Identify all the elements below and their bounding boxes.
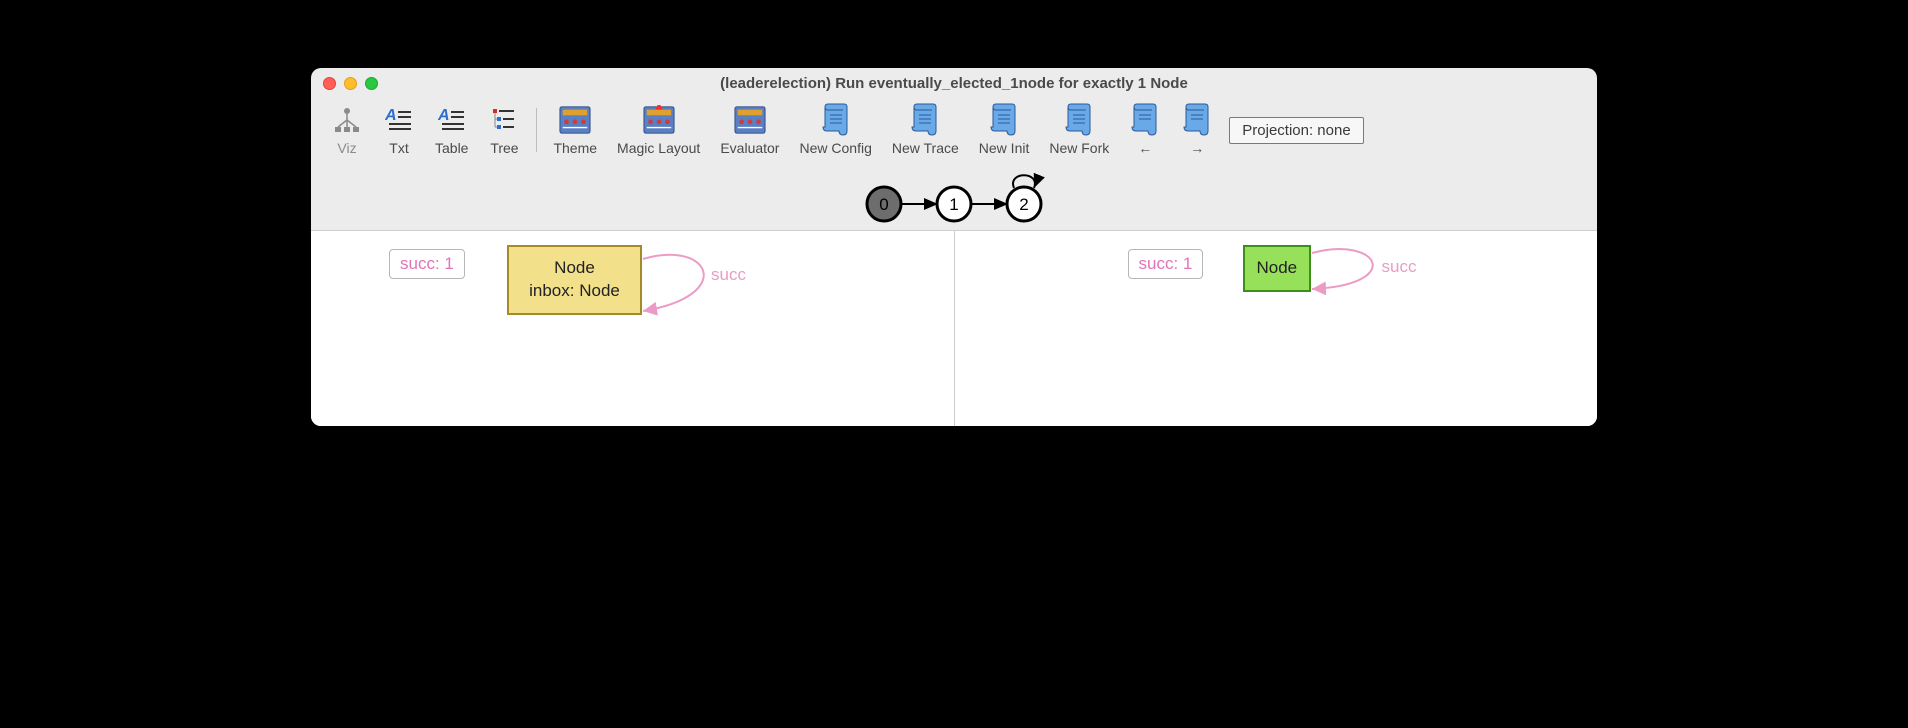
- new-init-button[interactable]: New Init: [969, 104, 1040, 156]
- titlebar: (leaderelection) Run eventually_elected_…: [311, 68, 1597, 98]
- txt-button[interactable]: A Txt: [373, 104, 425, 156]
- table-button[interactable]: A Table: [425, 104, 478, 156]
- projection-selector[interactable]: Projection: none: [1229, 117, 1363, 144]
- projection-label: Projection: none: [1242, 122, 1350, 139]
- trace-state-0-label: 0: [879, 195, 888, 214]
- svg-text:A: A: [438, 107, 450, 124]
- prev-label: ←: [1138, 140, 1152, 156]
- evaluator-label: Evaluator: [720, 140, 779, 156]
- magic-layout-button[interactable]: Magic Layout: [607, 104, 710, 156]
- content-area: succ: 1 Node inbox: Node succ succ: 1: [311, 230, 1597, 426]
- evaluator-icon: [734, 104, 766, 136]
- viz-label: Viz: [337, 140, 356, 156]
- trace-state-1-label: 1: [949, 195, 958, 214]
- scroll-icon: [909, 104, 941, 136]
- node-title: Node: [1257, 257, 1298, 280]
- evaluator-button[interactable]: Evaluator: [710, 104, 789, 156]
- trace-strip: 0 1 2: [311, 166, 1597, 230]
- node-inbox: inbox: Node: [523, 280, 626, 303]
- viz-button[interactable]: Viz: [321, 104, 373, 156]
- succ-edge-label: succ: [1382, 257, 1417, 277]
- theme-icon: [559, 104, 591, 136]
- table-icon: A: [436, 104, 468, 136]
- magic-layout-label: Magic Layout: [617, 140, 700, 156]
- zoom-icon[interactable]: [365, 77, 378, 90]
- app-window: (leaderelection) Run eventually_elected_…: [311, 68, 1597, 426]
- new-fork-label: New Fork: [1049, 140, 1109, 156]
- trace-graph: 0 1 2: [844, 168, 1064, 228]
- new-config-label: New Config: [799, 140, 871, 156]
- scroll-icon: [820, 104, 852, 136]
- new-trace-label: New Trace: [892, 140, 959, 156]
- succ-edge: [1310, 237, 1430, 317]
- prev-state-button[interactable]: ←: [1119, 104, 1171, 156]
- node-title: Node: [523, 257, 626, 280]
- succ-badge: succ: 1: [389, 249, 465, 279]
- svg-text:A: A: [385, 107, 397, 124]
- scroll-icon: [1063, 104, 1095, 136]
- scroll-icon: [988, 104, 1020, 136]
- new-init-label: New Init: [979, 140, 1030, 156]
- toolbar-separator: [536, 108, 537, 152]
- window-title: (leaderelection) Run eventually_elected_…: [323, 75, 1585, 92]
- succ-edge-label: succ: [711, 265, 746, 285]
- succ-badge: succ: 1: [1128, 249, 1204, 279]
- scroll-icon: [1181, 104, 1213, 136]
- succ-edge: [641, 241, 761, 331]
- theme-button[interactable]: Theme: [543, 104, 607, 156]
- left-pane[interactable]: succ: 1 Node inbox: Node succ: [311, 231, 954, 426]
- new-trace-button[interactable]: New Trace: [882, 104, 969, 156]
- txt-icon: A: [383, 104, 415, 136]
- viz-icon: [331, 104, 363, 136]
- trace-state-2-label: 2: [1019, 195, 1028, 214]
- txt-label: Txt: [389, 140, 408, 156]
- toolbar: Viz A Txt A: [311, 98, 1597, 166]
- node-box[interactable]: Node inbox: Node: [507, 245, 642, 315]
- right-pane[interactable]: succ: 1 Node succ: [954, 231, 1598, 426]
- magic-layout-icon: [643, 104, 675, 136]
- minimize-icon[interactable]: [344, 77, 357, 90]
- tree-icon: [488, 104, 520, 136]
- close-icon[interactable]: [323, 77, 336, 90]
- scroll-icon: [1129, 104, 1161, 136]
- next-state-button[interactable]: →: [1171, 104, 1223, 156]
- table-label: Table: [435, 140, 468, 156]
- tree-label: Tree: [490, 140, 518, 156]
- traffic-lights: [323, 77, 378, 90]
- new-config-button[interactable]: New Config: [789, 104, 881, 156]
- theme-label: Theme: [553, 140, 597, 156]
- new-fork-button[interactable]: New Fork: [1039, 104, 1119, 156]
- next-label: →: [1190, 140, 1204, 156]
- node-box-green[interactable]: Node: [1243, 245, 1312, 292]
- tree-button[interactable]: Tree: [478, 104, 530, 156]
